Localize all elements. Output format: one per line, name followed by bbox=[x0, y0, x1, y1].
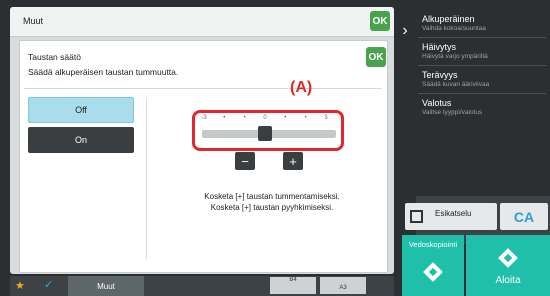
proof-copy-label: Vedoskopiointi bbox=[408, 240, 458, 249]
slider-tick-label: • bbox=[223, 115, 226, 121]
side-item-subtitle: Vaihda kokoa/suuntaa bbox=[422, 25, 486, 32]
check-icon[interactable]: ✓ bbox=[44, 278, 53, 291]
side-item-sharpness[interactable]: Terävyys Säädä kuvan ääriviivaa bbox=[422, 70, 542, 89]
divider bbox=[24, 88, 382, 89]
paper-size-b4: B4 bbox=[270, 277, 316, 294]
side-item-subtitle: Säädä kuvan ääriviivaa bbox=[422, 81, 490, 88]
side-item-title: Valotus bbox=[422, 98, 452, 108]
off-button[interactable]: Off bbox=[28, 97, 134, 123]
outer-header: Muut bbox=[10, 7, 394, 37]
expand-panel-icon[interactable]: › bbox=[396, 20, 414, 42]
start-diamond-icon bbox=[423, 262, 443, 282]
slider-tick-label: -3 bbox=[201, 115, 207, 121]
star-icon[interactable]: ★ bbox=[15, 279, 25, 292]
outer-ok-button[interactable]: OK bbox=[370, 11, 390, 31]
start-button[interactable]: Aloita bbox=[466, 235, 550, 296]
proof-copy-button[interactable]: Vedoskopiointi bbox=[402, 235, 464, 296]
divider bbox=[418, 93, 546, 94]
preview-label: Esikatselu bbox=[435, 209, 472, 218]
dialog-title: Taustan säätö bbox=[28, 52, 81, 62]
slider-tick-label: • bbox=[304, 115, 307, 121]
divider bbox=[418, 37, 546, 38]
divider bbox=[146, 99, 147, 259]
paper-size-a3: A3 bbox=[320, 277, 366, 294]
side-item-fade[interactable]: Häivytys Häivytä varjo ympäriltä bbox=[422, 42, 542, 61]
slider-tick-label: • bbox=[243, 115, 246, 121]
divider bbox=[418, 65, 546, 66]
instruction-line-1: Kosketa [+] taustan tummentamiseksi. bbox=[204, 192, 340, 201]
dialog-description: Säädä alkuperäisen taustan tummuutta. bbox=[28, 67, 179, 77]
slider-knob[interactable] bbox=[258, 126, 272, 141]
plus-button[interactable]: + bbox=[283, 152, 303, 170]
side-item-title: Alkuperäinen bbox=[422, 14, 475, 24]
dialog-ok-button[interactable]: OK bbox=[366, 47, 386, 67]
side-item-original[interactable]: Alkuperäinen Vaihda kokoa/suuntaa bbox=[422, 14, 542, 33]
muut-button[interactable]: Muut bbox=[68, 276, 144, 296]
on-button[interactable]: On bbox=[28, 127, 134, 153]
start-diamond-icon bbox=[498, 248, 518, 268]
slider-tick-label: 0 bbox=[263, 115, 267, 121]
preview-icon bbox=[410, 210, 423, 223]
page-title: Muut bbox=[23, 16, 44, 26]
side-item-title: Häivytys bbox=[422, 42, 457, 52]
clear-all-button[interactable]: CA bbox=[500, 203, 548, 230]
annotation-label: (A) bbox=[290, 79, 313, 96]
side-item-exposure[interactable]: Valotus Valitse tyyppi/valotus bbox=[422, 98, 542, 117]
side-item-title: Terävyys bbox=[422, 70, 458, 80]
slider-tick-label: • bbox=[284, 115, 287, 121]
preview-button[interactable]: Esikatselu bbox=[405, 203, 497, 230]
side-item-subtitle: Häivytä varjo ympäriltä bbox=[422, 53, 488, 60]
side-item-subtitle: Valitse tyyppi/valotus bbox=[422, 109, 483, 116]
start-label: Aloita bbox=[495, 275, 521, 286]
slider-tick-label: 3 bbox=[324, 115, 328, 121]
minus-button[interactable]: − bbox=[235, 152, 255, 170]
instruction-line-2: Kosketa [+] taustan pyyhkimiseksi. bbox=[210, 203, 334, 212]
